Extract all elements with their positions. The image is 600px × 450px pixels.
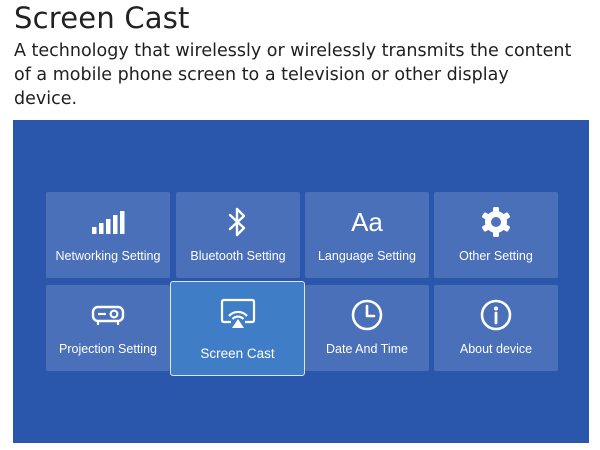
bluetooth-icon: [228, 207, 246, 237]
tile-language-setting[interactable]: Aa Language Setting: [305, 192, 429, 278]
tile-other-setting[interactable]: Other Setting: [434, 192, 558, 278]
page-title: Screen Cast: [14, 1, 190, 35]
gear-icon: [482, 207, 510, 237]
tile-label: Screen Cast: [200, 346, 275, 361]
tile-projection-setting[interactable]: Projection Setting: [46, 285, 170, 371]
cast-icon: [220, 298, 255, 328]
tile-label: Projection Setting: [59, 342, 157, 356]
tile-label: Language Setting: [317, 249, 416, 263]
tile-networking-setting[interactable]: Networking Setting: [46, 192, 170, 278]
signal-bars-icon: [92, 211, 125, 234]
info-icon: [480, 299, 512, 331]
tile-about-device[interactable]: About device: [434, 285, 558, 371]
tile-label: Bluetooth Setting: [190, 249, 286, 263]
tile-bluetooth-setting[interactable]: Bluetooth Setting: [176, 192, 300, 278]
projector-icon: [91, 305, 125, 325]
page-description: A technology that wirelessly or wireless…: [14, 41, 572, 109]
tile-label: About device: [459, 342, 533, 356]
page: Screen Cast A technology that wirelessly…: [0, 0, 600, 450]
language-icon: Aa: [351, 207, 383, 237]
tile-label: Other Setting: [459, 249, 533, 263]
clock-icon: [351, 299, 383, 331]
tile-label: Networking Setting: [55, 249, 161, 263]
tv-settings-screen: Networking Setting Bluetooth Setting Aa …: [13, 120, 589, 443]
tile-date-and-time[interactable]: Date And Time: [305, 285, 429, 371]
tile-screen-cast[interactable]: Screen Cast: [170, 281, 305, 376]
tile-label: Date And Time: [326, 342, 408, 356]
